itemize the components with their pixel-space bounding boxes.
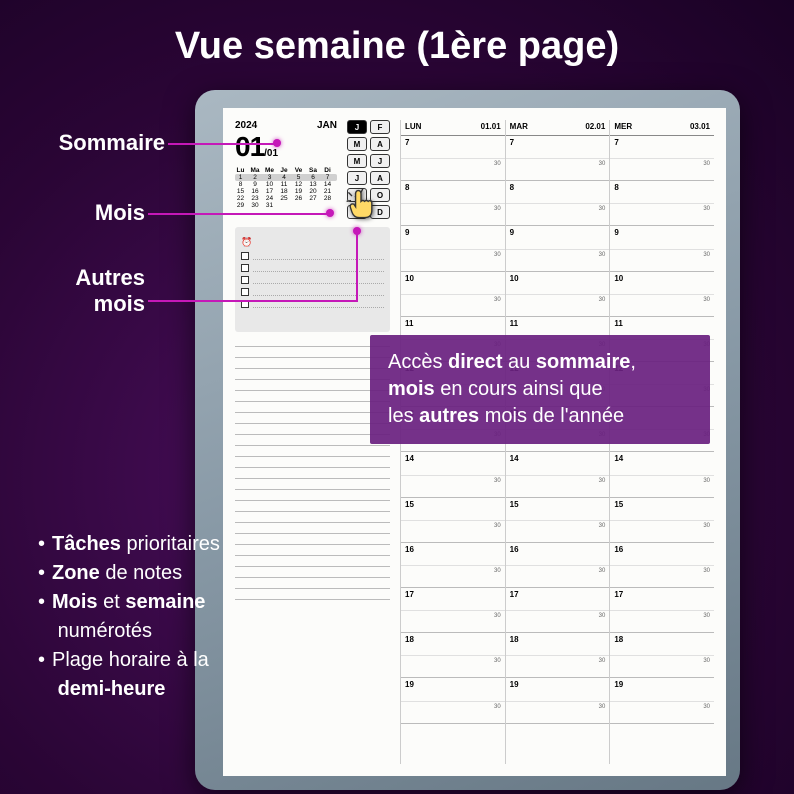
hour-block[interactable]: 1030: [610, 272, 714, 317]
checkbox[interactable]: [241, 288, 249, 296]
month-button[interactable]: F: [370, 120, 390, 134]
hour-block[interactable]: 1830: [401, 633, 505, 678]
mini-cal-day-head: Di: [322, 167, 333, 174]
mini-cal-row[interactable]: 891011121314: [235, 181, 337, 188]
mini-cal-row[interactable]: 1234567: [235, 174, 337, 181]
day-header[interactable]: MER03.01: [610, 120, 714, 136]
hour-block[interactable]: 1730: [610, 588, 714, 633]
mini-cal-day-head: Ma: [250, 167, 261, 174]
month-button[interactable]: J: [370, 154, 390, 168]
priority-tasks-area[interactable]: ⏰: [235, 227, 390, 332]
mini-cal-row[interactable]: 293031: [235, 202, 337, 209]
mini-cal-day-head: Je: [279, 167, 290, 174]
mini-cal-row[interactable]: 22232425262728: [235, 195, 337, 202]
hour-block[interactable]: 1730: [506, 588, 610, 633]
alarm-icon: ⏰: [241, 237, 252, 248]
day-header[interactable]: MAR02.01: [506, 120, 610, 136]
hour-block[interactable]: 1930: [610, 678, 714, 723]
hour-block[interactable]: 1530: [610, 498, 714, 543]
mini-cal-day-head: Ve: [293, 167, 304, 174]
hour-block[interactable]: 1530: [506, 498, 610, 543]
page-title: Vue semaine (1ère page): [0, 0, 794, 68]
day-header[interactable]: LUN01.01: [401, 120, 505, 136]
month-button[interactable]: J: [347, 120, 367, 134]
mini-cal-day-head: Sa: [308, 167, 319, 174]
hour-block[interactable]: 1630: [610, 543, 714, 588]
hour-block[interactable]: 730: [506, 136, 610, 181]
hour-block[interactable]: 1430: [401, 452, 505, 497]
month-button[interactable]: J: [347, 171, 367, 185]
checkbox[interactable]: [241, 264, 249, 272]
feature-bullets: Tâches prioritaires Zone de notes Mois e…: [38, 530, 220, 704]
hour-block[interactable]: 1030: [506, 272, 610, 317]
mini-cal-day-head: Lu: [235, 167, 246, 174]
hour-block[interactable]: 1530: [401, 498, 505, 543]
hour-block[interactable]: 1830: [506, 633, 610, 678]
mini-cal-day-head: Me: [264, 167, 275, 174]
bullet-item: Tâches prioritaires: [52, 530, 220, 559]
hour-block[interactable]: 1430: [506, 452, 610, 497]
current-date-block[interactable]: 2024 JAN 01/01 Lu MaMe JeVe SaDi 1234567891…: [235, 120, 337, 219]
month-label: JAN: [317, 120, 337, 131]
hour-block[interactable]: 930: [506, 226, 610, 271]
callout-description: Accès direct au sommaire, mois en cours …: [370, 335, 710, 444]
hour-block[interactable]: 730: [610, 136, 714, 181]
hour-block[interactable]: 930: [401, 226, 505, 271]
hour-block[interactable]: 1830: [610, 633, 714, 678]
hour-block[interactable]: 830: [506, 181, 610, 226]
mini-cal-row[interactable]: 15161718192021: [235, 188, 337, 195]
annotation-autres-mois: Autresmois: [10, 265, 145, 317]
mini-calendar[interactable]: Lu MaMe JeVe SaDi 1234567891011121314151617…: [235, 167, 337, 209]
year-label: 2024: [235, 120, 257, 131]
checkbox[interactable]: [241, 252, 249, 260]
annotation-mois: Mois: [10, 200, 145, 226]
hour-block[interactable]: 1030: [401, 272, 505, 317]
hour-block[interactable]: 830: [401, 181, 505, 226]
pointing-hand-icon: [343, 187, 379, 223]
bullet-item: Zone de notes: [52, 559, 220, 588]
month-button[interactable]: A: [370, 171, 390, 185]
month-button[interactable]: M: [347, 137, 367, 151]
day-sub: /01: [264, 148, 278, 159]
hour-block[interactable]: 1930: [506, 678, 610, 723]
month-button[interactable]: M: [347, 154, 367, 168]
bullet-item: Plage horaire à la demi-heure: [52, 646, 220, 704]
hour-block[interactable]: 1630: [506, 543, 610, 588]
hour-block[interactable]: 1930: [401, 678, 505, 723]
hour-block[interactable]: 1430: [610, 452, 714, 497]
month-button[interactable]: A: [370, 137, 390, 151]
day-number: 01: [235, 131, 264, 162]
hour-block[interactable]: 1730: [401, 588, 505, 633]
annotation-sommaire: Sommaire: [10, 130, 165, 156]
hour-block[interactable]: 730: [401, 136, 505, 181]
notes-area[interactable]: [235, 342, 390, 764]
hour-block[interactable]: 830: [610, 181, 714, 226]
hour-block[interactable]: 1630: [401, 543, 505, 588]
bullet-item: Mois et semaine numérotés: [52, 588, 220, 646]
hour-block[interactable]: 930: [610, 226, 714, 271]
checkbox[interactable]: [241, 276, 249, 284]
